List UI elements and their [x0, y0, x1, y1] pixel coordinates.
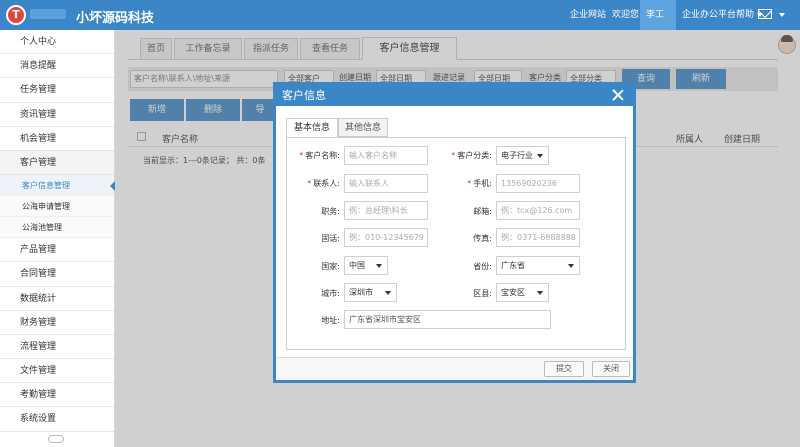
- sidebar-item-tasks[interactable]: 任务管理: [0, 78, 114, 103]
- phone-input[interactable]: 例：010-12345679: [344, 228, 428, 247]
- province-label: 省份:: [473, 262, 492, 271]
- mobile-label-text: 手机:: [473, 179, 492, 188]
- city-select[interactable]: 深圳市: [344, 283, 397, 302]
- submit-button[interactable]: 提交: [544, 361, 584, 377]
- chevron-down-icon: [385, 291, 391, 295]
- sidebar-item-statistics[interactable]: 数据统计: [0, 286, 114, 311]
- district-select[interactable]: 宝安区: [496, 283, 549, 302]
- sidebar-item-attendance[interactable]: 考勤管理: [0, 383, 114, 408]
- mail-icon[interactable]: [758, 9, 772, 19]
- position-input[interactable]: 例：总经理\科长: [344, 201, 428, 220]
- phone-label: 固话:: [321, 234, 340, 243]
- sidebar-item-news[interactable]: 资讯管理: [0, 102, 114, 127]
- category-field-label-text: 客户分类:: [457, 151, 492, 160]
- email-label: 邮箱:: [473, 207, 492, 216]
- dialog-title: 客户信息: [282, 89, 326, 102]
- sidebar-item-workflow[interactable]: 流程管理: [0, 334, 114, 360]
- dialog-tab-basic[interactable]: 基本信息: [286, 118, 338, 138]
- dialog-tab-other[interactable]: 其他信息: [338, 118, 388, 137]
- district-value: 宝安区: [501, 288, 525, 297]
- chevron-down-icon: [537, 154, 543, 158]
- help-menu[interactable]: 企业办公平台帮助: [676, 0, 769, 30]
- contact-label: * 联系人:: [290, 178, 340, 189]
- help-label: 企业办公平台帮助: [682, 10, 755, 20]
- dialog-footer: 提交 关闭: [276, 357, 633, 380]
- dialog-form-panel: * 客户名称: 输入客户名称 * 客户分类: 电子行业 * 联系人: 输入联系人 * 手…: [286, 137, 626, 350]
- sidebar: 个人中心 消息提醒 任务管理 资讯管理 机会管理 客户管理 客户信息管理 公海申…: [0, 30, 115, 447]
- required-mark: *: [451, 151, 456, 160]
- chevron-down-icon: [376, 264, 382, 268]
- email-input[interactable]: 例：tcx@126.com: [496, 201, 580, 220]
- mobile-input[interactable]: 13569020236: [496, 174, 580, 193]
- customer-category-value: 电子行业: [501, 151, 533, 160]
- customer-name-label: * 客户名称:: [290, 150, 340, 161]
- sidebar-item-customers[interactable]: 客户管理: [0, 150, 114, 176]
- sidebar-item-opportunities[interactable]: 机会管理: [0, 126, 114, 151]
- sidebar-item-messages[interactable]: 消息提醒: [0, 54, 114, 79]
- sidebar-subitem-pool-apply[interactable]: 公海申请管理: [0, 196, 114, 218]
- sidebar-item-files[interactable]: 文件管理: [0, 359, 114, 384]
- position-label: 职务:: [321, 207, 340, 216]
- nav-website-link[interactable]: 企业网站: [564, 0, 612, 30]
- logo-icon: T: [6, 5, 26, 25]
- required-mark: *: [299, 151, 304, 160]
- sidebar-item-products[interactable]: 产品管理: [0, 238, 114, 263]
- required-mark: *: [467, 179, 472, 188]
- fax-input[interactable]: 例：0371-6888888: [496, 228, 580, 247]
- sidebar-item-finance[interactable]: 财务管理: [0, 310, 114, 335]
- chevron-down-icon: [568, 264, 574, 268]
- country-select[interactable]: 中国: [344, 256, 388, 275]
- top-bar: T 小坏源码科技 企业网站 欢迎您 李工 企业办公平台帮助: [0, 0, 800, 47]
- user-name: 李工: [646, 10, 665, 20]
- contact-input[interactable]: 输入联系人: [344, 174, 428, 193]
- sidebar-item-settings[interactable]: 系统设置: [0, 407, 114, 432]
- district-label: 区县:: [473, 289, 492, 298]
- city-value: 深圳市: [349, 288, 373, 297]
- address-label: 地址:: [321, 316, 340, 325]
- user-menu[interactable]: 李工: [640, 0, 676, 47]
- province-value: 广东省: [501, 261, 525, 270]
- sidebar-item-personal[interactable]: 个人中心: [0, 30, 114, 55]
- customer-name-input[interactable]: 输入客户名称: [344, 146, 428, 165]
- country-value: 中国: [349, 261, 365, 270]
- contact-label-text: 联系人:: [313, 179, 340, 188]
- category-field-label: * 客户分类:: [442, 150, 492, 161]
- country-label: 国家:: [321, 262, 340, 271]
- chevron-down-icon[interactable]: [779, 13, 785, 17]
- brand-title: 小坏源码科技: [76, 11, 155, 26]
- sidebar-item-contracts[interactable]: 合同管理: [0, 262, 114, 287]
- customer-name-label-text: 客户名称:: [305, 151, 340, 160]
- dialog-header: 客户信息: [276, 85, 633, 106]
- close-button[interactable]: 关闭: [592, 361, 630, 377]
- sidebar-subitem-customer-info[interactable]: 客户信息管理: [0, 175, 115, 197]
- customer-category-select[interactable]: 电子行业: [496, 146, 549, 165]
- chevron-down-icon: [537, 291, 543, 295]
- province-select[interactable]: 广东省: [496, 256, 580, 275]
- customer-info-dialog: 客户信息 基本信息 其他信息 * 客户名称: 输入客户名称 * 客户分类: 电子行业…: [273, 82, 636, 383]
- close-icon[interactable]: [611, 88, 625, 102]
- mobile-label: * 手机:: [442, 178, 492, 189]
- fax-label: 传真:: [473, 234, 492, 243]
- required-mark: *: [307, 179, 312, 188]
- address-input[interactable]: 广东省深圳市宝安区: [344, 310, 551, 329]
- sidebar-subitem-pool[interactable]: 公海池管理: [0, 217, 114, 239]
- city-label: 城市:: [321, 289, 340, 298]
- logo-mark: [30, 9, 66, 19]
- sidebar-toggle[interactable]: [48, 435, 64, 443]
